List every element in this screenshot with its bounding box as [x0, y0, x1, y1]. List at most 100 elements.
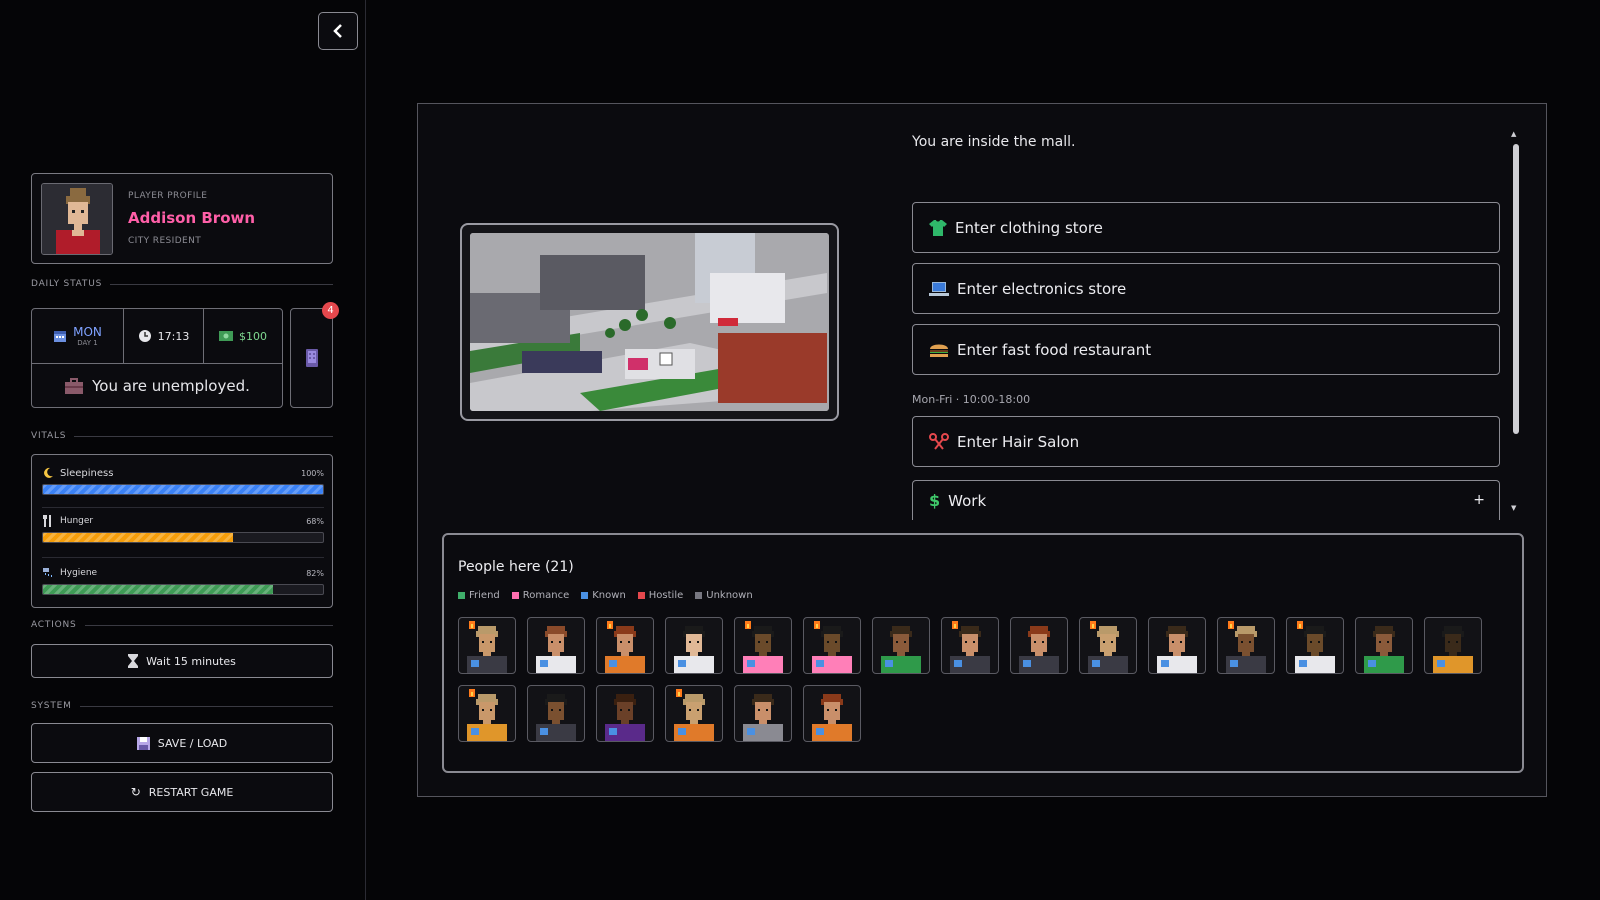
- vital-percent: 68%: [306, 516, 324, 526]
- salon-hours: Mon-Fri · 10:00-18:00: [912, 393, 1031, 406]
- day-sub: DAY 1: [77, 339, 98, 347]
- option-label: Enter fast food restaurant: [957, 340, 1152, 359]
- vital-bar-fill: [43, 485, 323, 494]
- employment-text: You are unemployed.: [92, 377, 250, 395]
- scroll-up-arrow[interactable]: ▲: [1511, 130, 1516, 138]
- divider: [42, 557, 324, 558]
- legend-label: Hostile: [648, 590, 684, 601]
- actions-label: ACTIONS: [31, 620, 77, 630]
- legend-label: Romance: [522, 590, 570, 601]
- daily-status-heading: DAILY STATUS: [31, 279, 333, 289]
- legend-swatch: [637, 591, 645, 599]
- player-role: CITY RESIDENT: [128, 236, 202, 246]
- person-avatar[interactable]: [1286, 617, 1344, 674]
- burger-icon: [930, 344, 948, 357]
- option-work[interactable]: $ Work +: [912, 480, 1500, 520]
- legend-item: Romance: [511, 590, 570, 601]
- profile-kicker: PLAYER PROFILE: [128, 191, 208, 201]
- scroll-down-arrow[interactable]: ▼: [1511, 504, 1516, 512]
- employment-status: You are unemployed.: [32, 365, 282, 407]
- save-load-label: SAVE / LOAD: [157, 736, 228, 750]
- options-scrollbar[interactable]: [1513, 144, 1519, 434]
- people-grid: [458, 617, 1498, 742]
- person-avatar[interactable]: [665, 685, 723, 742]
- actions-heading: ACTIONS: [31, 620, 333, 630]
- clock-icon: [138, 330, 151, 342]
- sidebar: PLAYER PROFILE Addison Brown CITY RESIDE…: [0, 0, 366, 900]
- vital-bar: [42, 584, 324, 595]
- game-root: PLAYER PROFILE Addison Brown CITY RESIDE…: [0, 0, 1600, 900]
- location-description: You are inside the mall.: [912, 134, 1076, 150]
- option-label: Enter clothing store: [955, 218, 1103, 237]
- time-label: 17:13: [157, 329, 190, 343]
- person-avatar[interactable]: [1424, 617, 1482, 674]
- day-cell: MON DAY 1: [32, 309, 124, 363]
- daily-status-label: DAILY STATUS: [31, 279, 103, 289]
- person-avatar[interactable]: [803, 685, 861, 742]
- shirt-icon: [929, 219, 947, 236]
- vitals-card: Sleepiness 100% Hunger 68% Hygiene 82%: [31, 454, 333, 608]
- system-heading: SYSTEM: [31, 701, 333, 711]
- person-avatar[interactable]: [596, 617, 654, 674]
- legend-item: Unknown: [695, 590, 753, 601]
- option-fast-food[interactable]: Enter fast food restaurant: [912, 324, 1500, 375]
- laptop-icon: [929, 281, 949, 296]
- location-scene: [460, 223, 839, 421]
- briefcase-icon: [65, 378, 84, 394]
- vital-hunger: Hunger 68%: [42, 515, 324, 543]
- option-label: Enter Hair Salon: [957, 432, 1080, 451]
- person-avatar[interactable]: [596, 685, 654, 742]
- collapse-sidebar-button[interactable]: [318, 12, 358, 50]
- vital-bar-fill: [43, 533, 234, 542]
- expand-icon[interactable]: +: [1473, 492, 1485, 508]
- person-avatar[interactable]: [458, 617, 516, 674]
- wait-label: Wait 15 minutes: [146, 654, 236, 668]
- person-avatar[interactable]: [1355, 617, 1413, 674]
- shower-icon: [43, 568, 52, 577]
- legend-swatch: [458, 591, 465, 599]
- legend-swatch: [511, 591, 519, 599]
- save-load-button[interactable]: SAVE / LOAD: [31, 723, 333, 763]
- phone-button[interactable]: [290, 308, 333, 408]
- vital-label: Hunger: [60, 516, 94, 526]
- option-electronics-store[interactable]: Enter electronics store: [912, 263, 1500, 314]
- person-avatar[interactable]: [734, 617, 792, 674]
- player-profile-card[interactable]: PLAYER PROFILE Addison Brown CITY RESIDE…: [31, 173, 333, 264]
- option-hair-salon[interactable]: Enter Hair Salon: [912, 416, 1500, 467]
- wait-button[interactable]: Wait 15 minutes: [31, 644, 333, 678]
- option-clothing-store[interactable]: Enter clothing store: [912, 202, 1500, 253]
- restart-button[interactable]: ↻ RESTART GAME: [31, 772, 333, 812]
- relationship-legend: Friend Romance Known Hostile Unknown: [458, 590, 753, 601]
- person-avatar[interactable]: [527, 685, 585, 742]
- person-avatar[interactable]: [941, 617, 999, 674]
- time-cell: 17:13: [124, 309, 204, 363]
- location-panel: You are inside the mall. Enter clothing …: [417, 103, 1547, 797]
- option-label: Work: [948, 491, 987, 510]
- person-avatar[interactable]: [872, 617, 930, 674]
- people-title: People here (21): [458, 559, 574, 575]
- person-avatar[interactable]: [665, 617, 723, 674]
- person-avatar[interactable]: [734, 685, 792, 742]
- system-label: SYSTEM: [31, 701, 72, 711]
- mall-illustration: [470, 233, 829, 411]
- vital-sleepiness: Sleepiness 100%: [42, 467, 324, 495]
- person-avatar[interactable]: [1010, 617, 1068, 674]
- person-avatar[interactable]: [1217, 617, 1275, 674]
- person-avatar[interactable]: [527, 617, 585, 674]
- divider: [79, 705, 333, 707]
- moon-icon: [44, 467, 53, 478]
- person-avatar[interactable]: [803, 617, 861, 674]
- floppy-icon: [136, 736, 150, 750]
- person-avatar[interactable]: [1079, 617, 1137, 674]
- legend-label: Known: [592, 590, 626, 601]
- vitals-heading: VITALS: [31, 431, 333, 441]
- divider: [110, 283, 333, 285]
- dollar-icon: $: [929, 491, 941, 510]
- status-row: MON DAY 1 17:13 $100: [32, 309, 282, 364]
- person-avatar[interactable]: [1148, 617, 1206, 674]
- vitals-label: VITALS: [31, 431, 67, 441]
- person-avatar[interactable]: [458, 685, 516, 742]
- day-label: MON: [73, 325, 102, 339]
- vital-percent: 100%: [301, 468, 324, 478]
- vital-percent: 82%: [306, 568, 324, 578]
